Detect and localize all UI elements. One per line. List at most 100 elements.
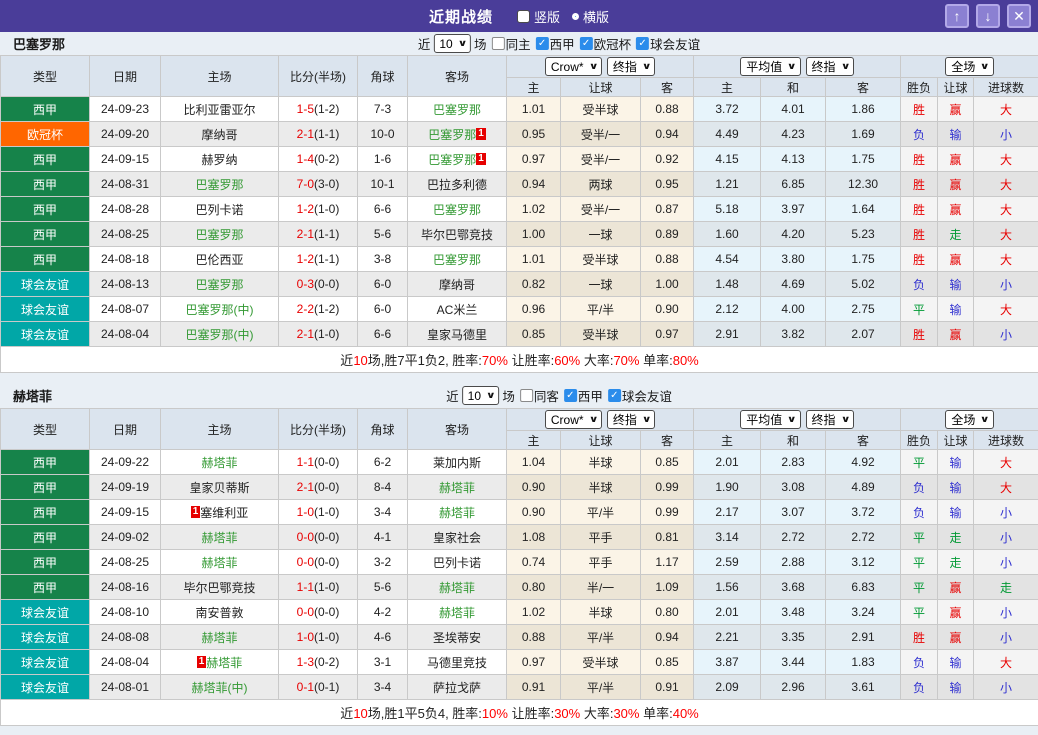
match-scope-select[interactable]: 全场 ∨ [945,57,994,76]
result-handicap-cell: 输 [937,296,975,322]
avg-home-cell: 3.87 [693,649,762,675]
result-goals-cell: 小 [973,624,1038,650]
result-handicap-cell: 输 [937,499,975,525]
odds-away-cell: 0.99 [639,474,695,500]
result-goals-cell: 大 [973,296,1038,322]
home-team-cell: 巴列卡诺 [160,196,279,222]
filter-checkbox-0[interactable]: 同客 [519,386,559,405]
odds-company-select[interactable]: Crow* ∨ [544,57,602,76]
chevron-down-icon: ∨ [485,390,496,400]
summary-segment: 70% [481,353,508,368]
halftime-score: (1-2) [314,302,340,316]
summary-segment: 场,胜1平5负4, 胜率: [367,706,482,721]
recent-count-select-value: 10 [467,388,481,403]
filter-checkbox-3[interactable]: ✓ 球会友谊 [636,34,700,53]
team-name-text: 塞维利亚 [200,505,249,520]
result-text: 大 [1000,480,1013,495]
home-team-cell: 巴塞罗那 [160,171,279,197]
checkbox-checked-icon: ✓ [607,389,621,402]
odds-home-cell: 1.04 [506,449,561,475]
result-outcome-cell: 负 [900,499,939,525]
odds-away-cell: 0.88 [639,246,695,272]
match-scope-select-value: 全场 [951,413,976,427]
avg-final-select[interactable]: 终指 ∨ [805,57,854,76]
radio-vertical-view[interactable]: 竖版 [516,7,560,26]
col-subheader-5: 客 [825,430,902,450]
halftime-score: (0-0) [314,555,340,569]
result-text: 胜 [913,152,926,167]
avg-away-cell: 6.83 [825,574,902,600]
corner-cell: 4-2 [357,599,408,625]
odds-away-cell: 0.94 [639,624,695,650]
fulltime-score: 0-3 [296,277,314,291]
odds-final-select[interactable]: 终指 ∨ [606,410,656,429]
result-goals-cell: 小 [973,549,1038,575]
avg-draw-cell: 3.82 [760,321,827,347]
score-cell: 2-1(1-1) [278,121,358,147]
odds-home-cell: 0.95 [506,121,561,147]
radio-horizontal-view[interactable]: 横版 [572,7,609,26]
fulltime-score: 0-0 [296,555,314,569]
result-text: 输 [949,480,962,495]
filter-checkbox-2[interactable]: ✓ 球会友谊 [607,386,672,405]
avg-draw-cell: 6.85 [760,171,827,197]
halftime-score: (0-1) [314,680,340,694]
odds-handicap-cell: 受半球 [560,321,641,347]
header-select-group: 平均值 ∨ 终指 ∨ [693,408,902,431]
league-cell: 西甲 [0,196,90,222]
halftime-score: (0-0) [314,605,340,619]
odds-home-cell: 0.91 [506,674,561,700]
filter-checkbox-2[interactable]: ✓ 欧冠杯 [579,34,631,53]
league-cell: 西甲 [0,474,90,500]
result-text: 负 [913,277,926,292]
recent-count-select[interactable]: 10 ∨ [461,386,500,405]
odds-home-cell: 0.97 [506,146,561,172]
home-team-cell: 1 赫塔菲 [160,649,279,675]
fulltime-score: 1-1 [296,580,314,594]
match-row: 西甲 24-08-28 巴列卡诺 1-2(1-0) 6-6 巴塞罗那 1.02 受半/一 0.8… [0,196,1038,222]
away-team-cell: 巴塞罗那 [407,96,507,122]
filter-checkbox-0[interactable]: 同主 [491,34,531,53]
result-text: 平 [913,455,926,470]
odds-home-cell: 0.85 [506,321,561,347]
home-team-cell: 赫塔菲 [160,449,279,475]
close-button[interactable]: ✕ [1007,4,1031,28]
avg-home-cell: 1.60 [693,221,762,247]
league-name: 西甲 [32,555,57,570]
league-cell: 球会友谊 [0,296,90,322]
match-scope-select[interactable]: 全场 ∨ [945,410,994,429]
league-name: 球会友谊 [20,680,69,695]
odds-away-cell: 0.95 [639,171,695,197]
recent-count-select[interactable]: 10 ∨ [433,34,472,53]
filter-checkbox-1[interactable]: ✓ 西甲 [563,386,603,405]
odds-company-select[interactable]: Crow* ∨ [544,410,602,429]
away-team-cell: 巴塞罗那 1 [407,121,507,147]
scroll-up-button[interactable]: ↑ [945,4,969,28]
result-goals-cell: 走 [973,574,1038,600]
result-goals-cell: 大 [973,221,1038,247]
away-team-cell: 巴塞罗那 1 [407,146,507,172]
result-text: 平 [913,605,926,620]
result-handicap-cell: 赢 [937,146,975,172]
result-handicap-cell: 赢 [937,171,975,197]
avg-type-select[interactable]: 平均值 ∨ [740,57,801,76]
avg-type-select[interactable]: 平均值 ∨ [740,410,801,429]
checkbox-checked-icon: ✓ [563,389,577,402]
result-outcome-cell: 胜 [900,221,939,247]
date-cell: 24-08-07 [89,296,161,322]
odds-final-select[interactable]: 终指 ∨ [606,57,656,76]
score-cell: 1-0(1-0) [278,499,358,525]
recent-count-select-value: 10 [439,36,453,51]
near-label: 近 [446,390,459,404]
avg-final-select[interactable]: 终指 ∨ [805,410,854,429]
chevron-down-icon: ∨ [588,414,599,424]
league-cell: 西甲 [0,524,90,550]
odds-home-cell: 1.01 [506,246,561,272]
scroll-down-button[interactable]: ↓ [976,4,1000,28]
league-name: 西甲 [32,530,57,545]
filter-checkbox-1[interactable]: ✓ 西甲 [535,34,575,53]
team-name-text: 皇家贝蒂斯 [189,480,250,495]
result-goals-cell: 小 [973,674,1038,700]
avg-away-cell: 1.86 [825,96,902,122]
chevron-down-icon: ∨ [980,414,990,424]
